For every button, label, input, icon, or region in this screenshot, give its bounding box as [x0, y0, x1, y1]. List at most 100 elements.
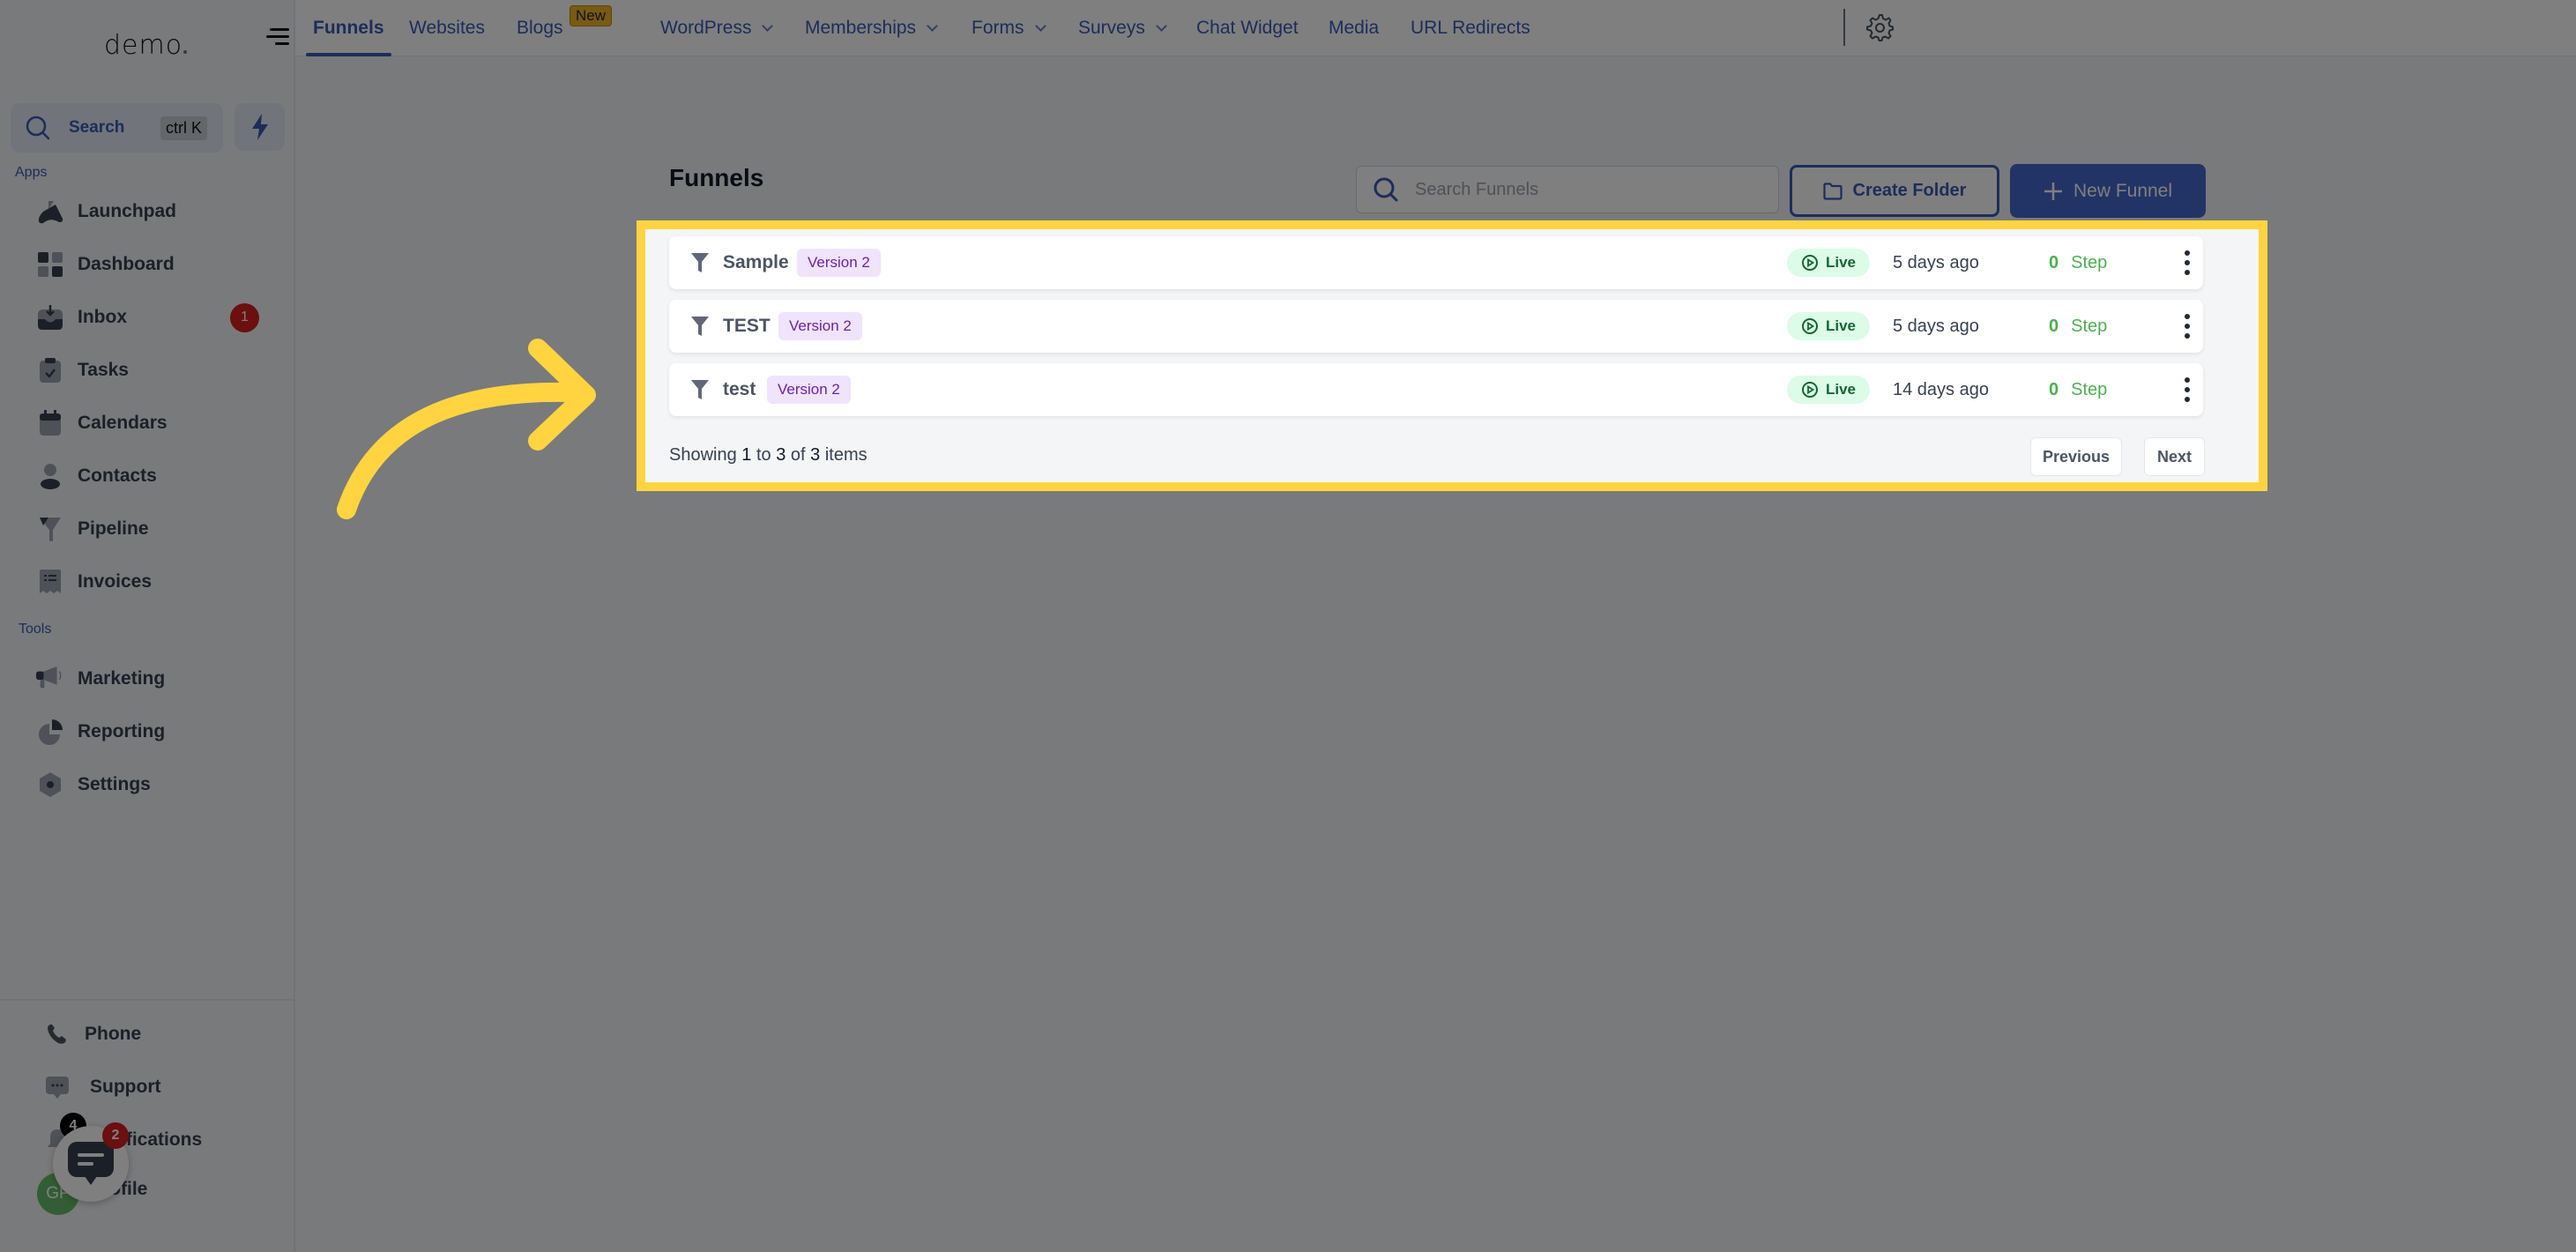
- sidebar: demo Search ctrl K Apps Launchpad Dashbo…: [0, 0, 295, 1252]
- quick-actions-button[interactable]: [235, 103, 285, 151]
- inbox-icon: [35, 302, 65, 332]
- tab-memberships[interactable]: Memberships: [805, 0, 938, 56]
- step-count: 0 Step: [2049, 380, 2107, 400]
- sidebar-item-label: Invoices: [78, 571, 153, 592]
- sidebar-item-label: Pipeline: [78, 518, 149, 539]
- sidebar-item-marketing[interactable]: Marketing: [35, 661, 273, 697]
- sidebar-item-settings[interactable]: Settings: [35, 767, 273, 802]
- search-icon: [26, 116, 50, 140]
- status-text: Live: [1826, 381, 1857, 398]
- new-funnel-label: New Funnel: [2073, 180, 2173, 201]
- tab-funnels[interactable]: Funnels: [306, 0, 391, 56]
- contacts-icon: [35, 461, 65, 491]
- play-circle-icon: [1802, 382, 1818, 398]
- sidebar-item-pipeline[interactable]: Pipeline: [35, 511, 273, 547]
- tab-label: Chat Widget: [1196, 18, 1299, 38]
- sidebar-item-reporting[interactable]: Reporting: [35, 714, 273, 749]
- tab-forms[interactable]: Forms: [972, 0, 1046, 56]
- tab-label: Funnels: [313, 18, 384, 38]
- step-count: 0 Step: [2049, 253, 2107, 273]
- sidebar-item-tasks[interactable]: Tasks: [35, 353, 273, 388]
- status-badge: Live: [1787, 249, 1870, 277]
- search-shortcut: ctrl K: [160, 116, 207, 140]
- updated-date: 5 days ago: [1893, 316, 1979, 336]
- updated-date: 5 days ago: [1893, 252, 1979, 272]
- status-text: Live: [1826, 317, 1857, 334]
- inbox-count-badge: 1: [230, 302, 259, 332]
- chevron-down-icon: [1034, 19, 1046, 32]
- funnel-row[interactable]: TEST Version 2 Live 5 days ago 0 Step: [669, 300, 2203, 353]
- sidebar-item-label: Marketing: [78, 668, 166, 689]
- funnel-icon: [691, 317, 709, 336]
- step-label: Step: [2071, 379, 2108, 399]
- sidebar-item-inbox[interactable]: Inbox 1: [35, 300, 273, 335]
- previous-page-button[interactable]: Previous: [2030, 437, 2122, 476]
- new-badge: New: [570, 5, 613, 26]
- logo-text: demo: [104, 30, 183, 61]
- menu-line: [266, 35, 289, 38]
- tab-url-redirects[interactable]: URL Redirects: [1411, 0, 1530, 56]
- funnel-row[interactable]: test Version 2 Live 14 days ago 0 Step: [669, 363, 2203, 416]
- support-chat-icon: [42, 1072, 72, 1102]
- sidebar-item-label: Support: [90, 1077, 161, 1097]
- status-badge: Live: [1787, 376, 1870, 404]
- more-options-icon[interactable]: [2182, 377, 2193, 402]
- tab-media[interactable]: Media: [1329, 0, 1379, 56]
- pagination-text: items: [824, 445, 867, 465]
- search-funnels-field[interactable]: [1356, 166, 1779, 213]
- more-options-icon[interactable]: [2182, 314, 2193, 339]
- chat-unread-badge: 2: [102, 1122, 129, 1149]
- tab-label: Memberships: [805, 18, 917, 38]
- sidebar-item-calendars[interactable]: Calendars: [35, 406, 273, 441]
- sidebar-item-launchpad[interactable]: Launchpad: [35, 194, 273, 229]
- version-badge: Version 2: [797, 249, 881, 277]
- sidebar-item-contacts[interactable]: Contacts: [35, 458, 273, 494]
- tab-label: Blogs: [517, 18, 563, 38]
- status-badge: Live: [1787, 312, 1870, 340]
- step-label: Step: [2071, 252, 2108, 272]
- funnel-row[interactable]: Sample Version 2 Live 5 days ago 0 Step: [669, 236, 2203, 289]
- new-funnel-button[interactable]: New Funnel: [2010, 164, 2206, 218]
- next-page-button[interactable]: Next: [2144, 437, 2205, 476]
- funnel-name[interactable]: TEST: [723, 316, 771, 337]
- tab-label: WordPress: [660, 18, 752, 38]
- chevron-down-icon: [927, 19, 938, 32]
- version-badge: Version 2: [778, 312, 862, 340]
- launchpad-icon: [35, 197, 65, 227]
- more-options-icon[interactable]: [2182, 250, 2193, 275]
- create-folder-button[interactable]: Create Folder: [1790, 165, 1999, 217]
- search-label: Search: [69, 118, 125, 137]
- funnel-name[interactable]: Sample: [723, 252, 789, 273]
- sidebar-item-invoices[interactable]: Invoices: [35, 564, 273, 600]
- tab-blogs[interactable]: Blogs: [517, 0, 563, 56]
- sidebar-item-dashboard[interactable]: Dashboard: [35, 247, 273, 282]
- tab-surveys[interactable]: Surveys: [1078, 0, 1167, 56]
- funnel-icon: [691, 253, 709, 272]
- sidebar-item-label: Contacts: [78, 466, 157, 486]
- logo-dot: [183, 50, 188, 54]
- logo: demo: [104, 30, 188, 61]
- sidebar-item-label: Inbox: [78, 307, 127, 327]
- funnel-name[interactable]: test: [723, 379, 756, 400]
- section-label-tools: Tools: [19, 622, 52, 637]
- pagination-text: to: [756, 445, 771, 465]
- gear-icon[interactable]: [1865, 12, 1895, 42]
- sidebar-item-label: Settings: [78, 774, 151, 794]
- play-circle-icon: [1802, 255, 1818, 271]
- tab-label: Media: [1329, 18, 1380, 38]
- tab-wordpress[interactable]: WordPress: [660, 0, 774, 56]
- sidebar-item-phone[interactable]: Phone: [42, 1017, 280, 1052]
- tab-chat-widget[interactable]: Chat Widget: [1196, 0, 1299, 56]
- step-number: 0: [2049, 316, 2059, 336]
- pie-chart-icon: [35, 717, 65, 747]
- sidebar-search[interactable]: Search ctrl K: [11, 103, 223, 153]
- phone-icon: [42, 1019, 72, 1049]
- pagination-to: 3: [776, 445, 786, 465]
- tab-label: Surveys: [1078, 18, 1145, 38]
- status-text: Live: [1826, 254, 1857, 271]
- search-funnels-input[interactable]: [1415, 179, 1750, 200]
- sidebar-item-label: Phone: [85, 1024, 142, 1044]
- sidebar-item-support[interactable]: Support: [42, 1069, 280, 1105]
- collapse-sidebar-button[interactable]: [266, 25, 289, 48]
- tab-websites[interactable]: Websites: [409, 0, 485, 56]
